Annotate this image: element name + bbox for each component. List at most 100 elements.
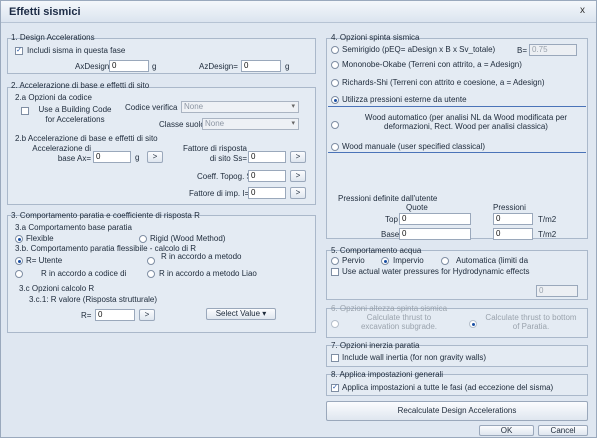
fattore-risposta-input[interactable]: 0 [248, 151, 286, 163]
applica-label: Applica impostazioni a tutte le fasi (ad… [342, 383, 554, 392]
axdesign-label: AxDesign [75, 62, 110, 71]
beta-input[interactable]: 0.75 [529, 44, 577, 56]
codice-verifica-label: Codice verifica [125, 103, 178, 112]
mononobe-radio[interactable] [331, 61, 339, 69]
calc-subgrade-radio[interactable] [331, 320, 339, 328]
section-4-title: 4. Opzioni spinta sismica [331, 33, 420, 42]
r-value-label: R= [81, 311, 92, 320]
coeff-topog-arrow-button[interactable]: > [290, 170, 306, 182]
pressioni-header: Pressioni [493, 203, 526, 212]
calc-bottom-radio[interactable] [469, 320, 477, 328]
r-liao-label: R in accordo a metodo Liao [159, 269, 257, 278]
richards-label: Richards-Shi (Terreni con attrito e coes… [342, 78, 545, 87]
wood-manual-label: Wood manuale (user specified classical) [342, 142, 486, 151]
section-3c1-title: 3.c.1: R valore (Risposta strutturale) [29, 295, 158, 304]
water-value-input[interactable]: 0 [536, 285, 578, 297]
calc-subgrade-label: Calculate thrust to excavation subgrade. [360, 313, 438, 331]
utilizza-label: Utilizza pressioni esterne da utente [342, 95, 467, 104]
base-unit: T/m2 [538, 230, 557, 239]
section-1-title: 1. Design Accelerations [11, 33, 95, 42]
top-unit: T/m2 [538, 215, 557, 224]
base-label: Base [381, 230, 400, 239]
section-2-title: 2. Accelerazione di base e effetti di si… [11, 81, 150, 90]
rigid-label: Rigid (Wood Method) [150, 234, 226, 243]
acc-base-arrow-button[interactable]: > [147, 151, 163, 163]
recalculate-button[interactable]: Recalculate Design Accelerations [326, 401, 588, 421]
separator-line [328, 106, 586, 107]
dialog-title: Effetti sismici [9, 6, 81, 18]
mononobe-label: Mononobe-Okabe (Terreni con attrito, a =… [342, 60, 522, 69]
rigid-radio[interactable] [139, 235, 147, 243]
richards-radio[interactable] [331, 79, 339, 87]
flexible-radio[interactable] [15, 235, 23, 243]
base-quote-input[interactable]: 0 [399, 228, 471, 240]
title-bar: Effetti sismici x [1, 1, 596, 23]
cancel-button[interactable]: Cancel [538, 425, 588, 436]
r-utente-radio[interactable] [15, 257, 23, 265]
r-codice-radio[interactable] [15, 270, 23, 278]
include-wall-label: Include wall inertia (for non gravity wa… [342, 353, 487, 362]
base-pressione-input[interactable]: 0 [493, 228, 533, 240]
ok-button[interactable]: OK [479, 425, 534, 436]
use-building-code-label: Use a Building Code for Accelerations [38, 105, 112, 124]
impervio-label: Impervio [393, 256, 424, 265]
r-utente-label: R= Utente [26, 256, 63, 265]
top-quote-input[interactable]: 0 [399, 213, 471, 225]
r-liao-radio[interactable] [147, 270, 155, 278]
flexible-label: Flexible [26, 234, 54, 243]
acc-base-input[interactable]: 0 [93, 151, 131, 163]
select-value-button[interactable]: Select Value ▾ [206, 308, 276, 320]
classe-suolo-select[interactable]: None ▾ [202, 118, 299, 130]
classe-suolo-value: None [205, 119, 225, 128]
automatica-radio[interactable] [441, 257, 449, 265]
applica-checkbox[interactable]: ✓ [331, 384, 339, 392]
codice-verifica-value: None [184, 102, 204, 111]
r-value-arrow-button[interactable]: > [139, 309, 155, 321]
include-sisma-checkbox[interactable]: ✓ [15, 47, 23, 55]
utilizza-radio[interactable] [331, 96, 339, 104]
azdesign-label: AzDesign= [199, 62, 238, 71]
section-8-title: 8. Applica impostazioni generali [331, 370, 444, 379]
r-metodo-label: R in accordo a metodo [161, 252, 242, 261]
include-wall-checkbox[interactable] [331, 354, 339, 362]
select-value-label: Select Value [215, 309, 261, 318]
wood-auto-radio[interactable] [331, 121, 339, 129]
section-2a-title: 2.a Opzioni da codice [15, 93, 92, 102]
acc-base-unit: g [135, 153, 140, 162]
r-value-input[interactable]: 0 [95, 309, 135, 321]
section-7-title: 7. Opzioni inerzia paratia [331, 341, 420, 350]
close-icon[interactable]: x [580, 5, 585, 16]
separator-line [328, 152, 586, 153]
fattore-imp-label: Fattore di imp. I= [189, 189, 250, 198]
fattore-risposta-label: Fattore di risposta di sito Ss= [182, 144, 247, 163]
fattore-risposta-arrow-button[interactable]: > [290, 151, 306, 163]
pervio-radio[interactable] [331, 257, 339, 265]
section-6-title: 6. Opzioni altezza spinta sismica [331, 304, 448, 313]
beta-label: B= [517, 46, 528, 55]
axdesign-input[interactable]: 0 [109, 60, 149, 72]
impervio-radio[interactable] [381, 257, 389, 265]
use-building-code-checkbox[interactable] [21, 107, 29, 115]
section-3c-title: 3.c Opzioni calcolo R [19, 284, 95, 293]
section-3-title: 3. Comportamento paratia e coefficiente … [11, 211, 200, 220]
chevron-down-icon: ▾ [291, 103, 295, 110]
coeff-topog-input[interactable]: 0 [248, 170, 286, 182]
fattore-imp-arrow-button[interactable]: > [290, 187, 306, 199]
use-actual-water-label: Use actual water pressures for Hydrodyna… [342, 267, 530, 276]
r-codice-label: R in accordo a codice di [41, 269, 127, 278]
use-actual-water-checkbox[interactable] [331, 268, 339, 276]
pervio-label: Pervio [342, 256, 365, 265]
fattore-imp-input[interactable]: 0 [248, 187, 286, 199]
wood-auto-label: Wood automatico (per analisi NL da Wood … [364, 113, 568, 131]
classe-suolo-label: Classe suolo [159, 120, 205, 129]
pressioni-title: Pressioni definite dall'utente [338, 194, 438, 203]
top-pressione-input[interactable]: 0 [493, 213, 533, 225]
r-metodo-radio[interactable] [147, 257, 155, 265]
azdesign-input[interactable]: 0 [241, 60, 281, 72]
seminigido-radio[interactable] [331, 46, 339, 54]
section-5-title: 5. Comportamento acqua [331, 246, 422, 255]
wood-manual-radio[interactable] [331, 143, 339, 151]
axdesign-unit: g [152, 62, 157, 71]
codice-verifica-select[interactable]: None ▾ [181, 101, 299, 113]
dialog-window: Effetti sismici x 1. Design Acceleration… [0, 0, 597, 438]
